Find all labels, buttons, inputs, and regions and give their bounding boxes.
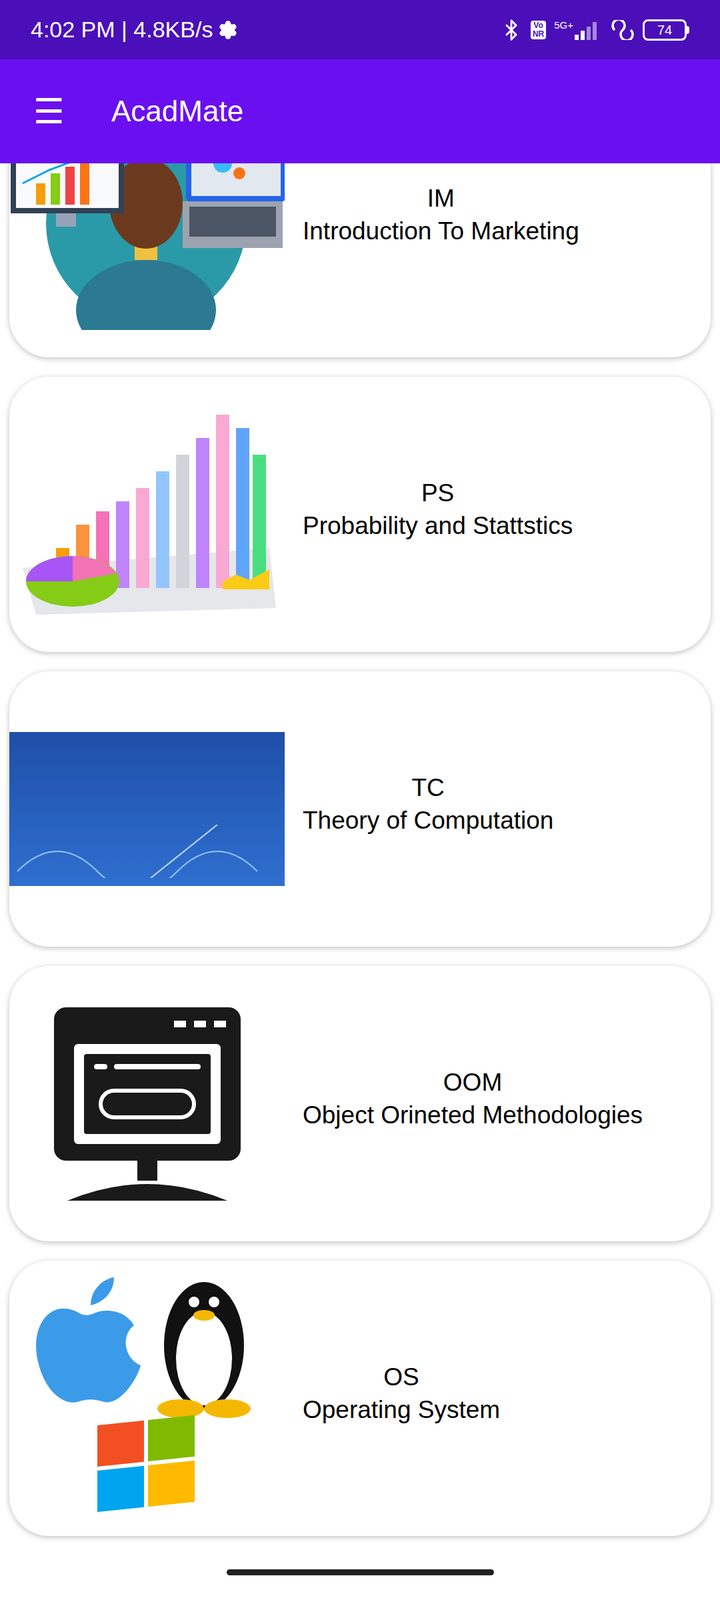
course-image (9, 1007, 285, 1201)
course-code: IM (302, 182, 580, 215)
course-text: IMIntroduction To Marketing (284, 182, 711, 258)
volte-badge: VoNR (530, 20, 546, 40)
course-card[interactable]: OOMObject Orineted Methodologies (9, 966, 711, 1242)
status-bar: 4:02 PM | 4.8KB/s VoNR 5G+ 74 (0, 0, 720, 60)
course-image (9, 732, 285, 886)
course-title: Introduction To Marketing (302, 214, 580, 248)
gesture-bar (0, 1553, 720, 1600)
statistics-chart-icon (9, 414, 285, 615)
app-screen: 4:02 PM | 4.8KB/s VoNR 5G+ 74 ☰ AcadMate IMInt… (0, 0, 720, 1600)
course-text: TCTheory of Computation (284, 771, 711, 848)
os-logos-icon (24, 1272, 271, 1526)
theory-of-computation-picture (9, 732, 285, 886)
course-title: Operating System (302, 1393, 500, 1426)
battery-level: 74 (657, 23, 672, 37)
battery-icon: 74 (642, 19, 690, 41)
course-text: OSOperating System (284, 1360, 711, 1437)
course-code: TC (302, 771, 554, 804)
bluetooth-icon (500, 18, 523, 42)
home-indicator[interactable] (226, 1569, 494, 1576)
app-bar: ☰ AcadMate (0, 59, 720, 164)
app-title: AcadMate (111, 89, 244, 134)
sync-icon (609, 20, 635, 40)
course-list[interactable]: IMIntroduction To Marketing PSProbability… (0, 163, 720, 1554)
status-time: 4:02 PM | 4.8KB/s (30, 12, 213, 47)
wave-icon (17, 824, 278, 878)
course-text: PSProbability and Stattstics (284, 476, 711, 553)
course-image (9, 163, 285, 330)
course-image (9, 414, 285, 615)
network-label: 5G+ (554, 20, 574, 31)
course-card[interactable]: TCTheory of Computation (9, 671, 711, 947)
course-title: Object Orineted Methodologies (302, 1098, 643, 1132)
gear-icon (218, 20, 238, 40)
oop-monitor-icon (47, 1007, 248, 1201)
signal-icon (574, 20, 602, 40)
course-image (9, 1272, 285, 1526)
course-code: OOM (302, 1066, 643, 1099)
course-code: OS (302, 1360, 500, 1394)
course-card[interactable]: IMIntroduction To Marketing (9, 163, 711, 358)
marketing-illustration-icon (9, 163, 285, 330)
course-text: OOMObject Orineted Methodologies (284, 1066, 711, 1142)
menu-button[interactable]: ☰ (33, 94, 65, 129)
course-card[interactable]: OSOperating System (9, 1260, 711, 1536)
course-title: Probability and Stattstics (302, 509, 573, 542)
course-code: PS (302, 476, 573, 510)
course-card[interactable]: PSProbability and Stattstics (9, 376, 711, 652)
course-title: Theory of Computation (302, 804, 554, 837)
